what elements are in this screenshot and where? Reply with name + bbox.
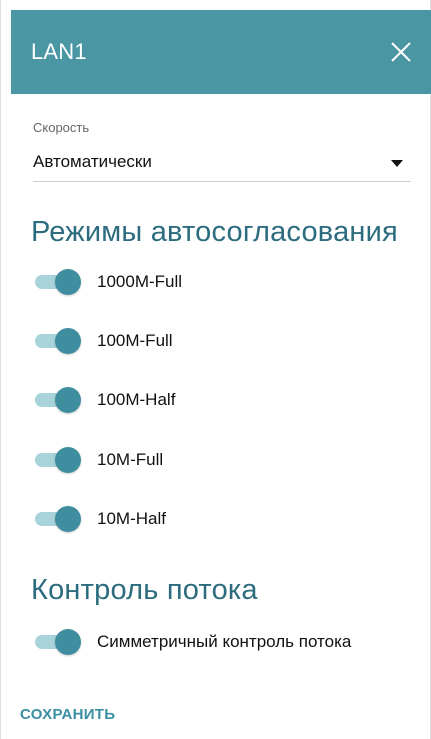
toggle-label: 10M-Full	[97, 450, 164, 469]
toggle-row-1000m-full: 1000M-Full	[35, 268, 182, 296]
toggle-10m-full[interactable]	[35, 446, 81, 474]
toggle-thumb	[55, 328, 81, 354]
toggle-thumb	[55, 506, 81, 532]
toggle-row-10m-half: 10M-Half	[35, 505, 166, 533]
toggle-label: 100M-Half	[97, 390, 176, 409]
speed-selected-value: Автоматически	[33, 152, 152, 171]
speed-label: Скорость	[33, 120, 90, 135]
speed-select[interactable]: Автоматически	[33, 148, 411, 182]
panel-header: LAN1	[11, 10, 431, 94]
toggle-row-100m-full: 100M-Full	[35, 327, 173, 355]
speed-field: Скорость Автоматически	[33, 120, 411, 182]
toggle-label: Симметричный контроль потока	[97, 632, 352, 651]
toggle-label: 1000M-Full	[97, 272, 183, 291]
toggle-10m-half[interactable]	[35, 505, 81, 533]
toggle-row-100m-half: 100M-Half	[35, 386, 175, 414]
toggle-label: 100M-Full	[97, 331, 173, 350]
close-button[interactable]	[388, 39, 414, 65]
toggle-100m-full[interactable]	[35, 327, 81, 355]
toggle-symmetric-flow-control[interactable]	[35, 628, 81, 656]
toggle-row-10m-full: 10M-Full	[35, 446, 163, 474]
panel-title: LAN1	[31, 39, 87, 64]
toggle-row-symmetric-flow-control: Симметричный контроль потока	[35, 628, 351, 656]
toggle-thumb	[55, 269, 81, 295]
autoneg-section-title: Режимы автосогласования	[31, 216, 398, 248]
toggle-100m-half[interactable]	[35, 386, 81, 414]
caret-down-icon	[391, 160, 403, 167]
lan-settings-panel: LAN1 Скорость Автоматически Режимы автос…	[0, 0, 431, 739]
toggle-thumb	[55, 447, 81, 473]
toggle-1000m-full[interactable]	[35, 268, 81, 296]
toggle-label: 10M-Half	[97, 509, 166, 528]
save-button[interactable]: СОХРАНИТЬ	[20, 706, 115, 723]
toggle-thumb	[55, 387, 81, 413]
close-icon	[391, 42, 411, 62]
flow-control-section-title: Контроль потока	[31, 574, 258, 606]
toggle-thumb	[55, 629, 81, 655]
